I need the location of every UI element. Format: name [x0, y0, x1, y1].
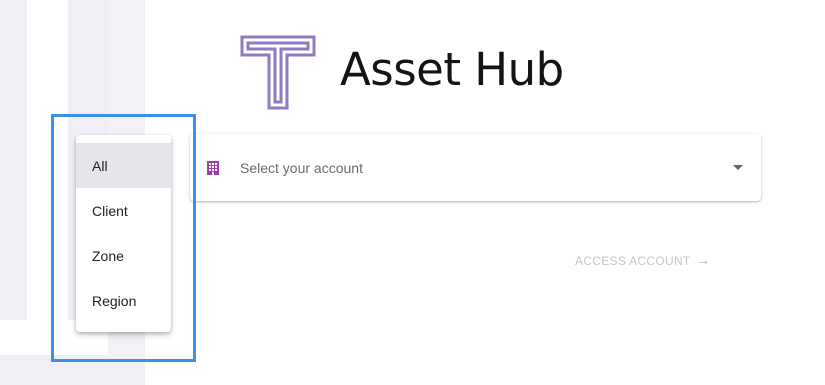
brand-logo: Asset Hub — [240, 35, 564, 110]
t-letter-logo-icon — [240, 35, 316, 110]
access-account-button[interactable]: ACCESS ACCOUNT → — [575, 249, 725, 273]
background-stripe — [0, 355, 145, 385]
filter-dropdown-menu: All Client Zone Region — [76, 135, 171, 332]
account-select[interactable]: Select your account — [190, 134, 761, 201]
arrow-right-icon: → — [694, 252, 711, 269]
menu-item-all[interactable]: All — [76, 143, 171, 188]
building-icon — [207, 161, 219, 175]
menu-item-region[interactable]: Region — [76, 278, 171, 323]
chevron-down-icon[interactable] — [733, 165, 743, 170]
account-select-placeholder: Select your account — [240, 160, 363, 176]
background-stripe — [0, 0, 27, 320]
login-screen: Asset Hub Select your account ACCESS ACC… — [0, 0, 825, 385]
menu-item-zone[interactable]: Zone — [76, 233, 171, 278]
brand-name: Asset Hub — [340, 43, 564, 96]
menu-item-client[interactable]: Client — [76, 188, 171, 233]
access-account-label: ACCESS ACCOUNT — [575, 254, 691, 268]
